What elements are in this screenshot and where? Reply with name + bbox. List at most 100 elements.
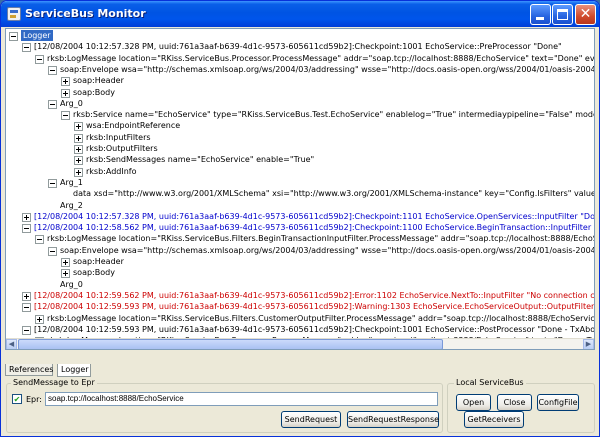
tree-node[interactable]: rksb:LogMessage location="RKiss.ServiceB… <box>35 53 594 64</box>
tree-node-label: soap:Envelope wsa="http://schemas.xmlsoa… <box>60 245 595 255</box>
tree-node[interactable]: wsa:EndpointReference <box>74 120 181 132</box>
close-icon: ✕ <box>579 6 592 22</box>
getreceivers-button[interactable]: GetReceivers <box>464 411 524 428</box>
scroll-thumb[interactable] <box>18 339 443 349</box>
local-servicebus-group: Local ServiceBus Open Close ConfigFile G… <box>447 378 595 433</box>
tree-node[interactable]: Arg_1 <box>48 177 83 188</box>
tree-node[interactable]: soap:Header <box>61 256 124 267</box>
epr-label: Epr: <box>26 395 42 404</box>
tree-node[interactable]: Arg_0 <box>48 279 83 290</box>
tree-node-label: Arg_2 <box>60 200 83 210</box>
send-request-button[interactable]: SendRequest <box>281 411 341 428</box>
tree-node[interactable]: Arg_0 <box>48 98 83 109</box>
scroll-left-arrow-icon[interactable]: ◀ <box>6 339 17 349</box>
expand-plus-icon[interactable] <box>22 212 31 222</box>
expand-plus-icon[interactable] <box>74 122 83 132</box>
collapse-minus-icon[interactable] <box>48 65 57 75</box>
tree-node-label: soap:Envelope wsa="http://schemas.xmlsoa… <box>60 64 595 74</box>
expand-plus-icon[interactable] <box>74 167 83 177</box>
tree-node-label: [12/08/2004 10:12:59.593 PM, uuid:761a3a… <box>34 302 595 312</box>
horizontal-scrollbar[interactable]: ◀ ▶ <box>6 338 594 349</box>
expand-plus-icon[interactable] <box>74 133 83 143</box>
maximize-icon <box>557 9 568 20</box>
expand-plus-icon[interactable] <box>61 77 70 87</box>
collapse-minus-icon[interactable] <box>22 325 31 335</box>
tree-node-label: rksb:Service name="EchoService" type="RK… <box>73 110 595 120</box>
tree-node[interactable]: soap:Envelope wsa="http://schemas.xmlsoa… <box>48 64 595 75</box>
tree-node-label: [12/08/2004 10:12:59.562 PM, uuid:761a3a… <box>34 290 595 300</box>
collapse-minus-icon[interactable] <box>22 224 31 234</box>
tree-node-label: soap:Header <box>73 76 124 86</box>
tree-node-label: Arg_0 <box>60 279 83 289</box>
tree-node[interactable]: Logger <box>9 30 53 42</box>
send-request-response-button[interactable]: SendRequestResponse <box>347 411 439 428</box>
tree-node-label: Logger <box>21 30 53 42</box>
minimize-button[interactable] <box>530 4 551 25</box>
collapse-minus-icon[interactable] <box>48 246 57 256</box>
tree-node[interactable]: soap:Body <box>61 267 115 279</box>
tree-node[interactable]: [12/08/2004 10:12:59.562 PM, uuid:761a3a… <box>22 290 595 301</box>
tree-node-label: wsa:EndpointReference <box>86 121 181 131</box>
tree-node[interactable]: rksb:OutputFilters <box>74 143 158 154</box>
tree-node[interactable]: [12/08/2004 10:12:58.562 PM, uuid:761a3a… <box>22 222 594 234</box>
expand-plus-icon[interactable] <box>61 88 70 98</box>
collapse-minus-icon[interactable] <box>48 99 57 109</box>
tree-node[interactable]: soap:Body <box>61 87 115 98</box>
local-servicebus-group-title: Local ServiceBus <box>454 378 526 387</box>
epr-checkbox[interactable]: ✔ <box>12 394 22 404</box>
expand-plus-icon[interactable] <box>74 156 83 166</box>
tree-node[interactable]: rksb:AddInfo <box>74 166 137 177</box>
tree-node[interactable]: soap:Header <box>61 75 124 87</box>
title-bar[interactable]: ServiceBus Monitor ✕ <box>1 1 599 27</box>
tree-node[interactable]: soap:Envelope wsa="http://schemas.xmlsoa… <box>48 245 595 256</box>
tree-node[interactable]: rksb:LogMessage location="RKiss.ServiceB… <box>35 313 595 324</box>
expand-plus-icon[interactable] <box>22 291 31 301</box>
scroll-right-arrow-icon[interactable]: ▶ <box>583 339 594 349</box>
tree-node[interactable]: rksb:SendMessages name="EchoService" ena… <box>74 154 315 166</box>
tree-node-label: rksb:LogMessage location="RKiss.ServiceB… <box>47 234 594 244</box>
open-button[interactable]: Open <box>456 394 491 411</box>
tree-node-label: Arg_1 <box>60 177 83 187</box>
tree-node-label: soap:Body <box>73 87 115 97</box>
tree-node[interactable]: [12/08/2004 10:12:57.328 PM, uuid:761a3a… <box>22 211 595 222</box>
tree-node[interactable]: rksb:InputFilters <box>74 132 151 143</box>
collapse-minus-icon[interactable] <box>35 235 44 245</box>
send-message-group: SendMessage to Epr ✔ Epr: soap.tcp://loc… <box>6 378 443 433</box>
tab-logger[interactable]: Logger <box>57 364 91 377</box>
tree-node[interactable]: [12/08/2004 10:12:59.593 PM, uuid:761a3a… <box>22 324 594 335</box>
tree-node-label: rksb:InputFilters <box>86 132 151 142</box>
app-icon <box>7 7 21 21</box>
collapse-minus-icon[interactable] <box>48 178 57 188</box>
tree-node[interactable]: [12/08/2004 10:12:57.328 PM, uuid:761a3a… <box>22 41 562 53</box>
expand-plus-icon[interactable] <box>61 269 70 279</box>
tab-references[interactable]: References <box>5 364 53 376</box>
maximize-button[interactable] <box>552 4 573 25</box>
tree-node[interactable]: data xsd="http://www.w3.org/2001/XMLSche… <box>61 188 594 199</box>
expand-plus-icon[interactable] <box>74 145 83 154</box>
main-window: ServiceBus Monitor ✕ Logger [12/08/2004 1… <box>0 0 600 437</box>
expand-plus-icon[interactable] <box>35 314 44 324</box>
epr-input[interactable]: soap.tcp://localhost:8888/EchoService <box>45 392 438 406</box>
tree-node[interactable]: rksb:LogMessage location="RKiss.ServiceB… <box>35 233 594 245</box>
close-window-button[interactable]: ✕ <box>575 4 596 25</box>
tree-node-label: data xsd="http://www.w3.org/2001/XMLSche… <box>73 189 594 199</box>
collapse-minus-icon[interactable] <box>9 32 18 41</box>
collapse-minus-icon[interactable] <box>61 111 70 121</box>
collapse-minus-icon[interactable] <box>22 303 31 313</box>
tree-node-label: rksb:LogMessage location="RKiss.ServiceB… <box>47 313 595 323</box>
tree-node[interactable]: Arg_2 <box>48 200 83 211</box>
tree-node-label: [12/08/2004 10:12:57.328 PM, uuid:761a3a… <box>34 42 562 52</box>
log-tree-view[interactable]: Logger [12/08/2004 10:12:57.328 PM, uuid:… <box>5 28 595 350</box>
tree-node[interactable]: [12/08/2004 10:12:59.593 PM, uuid:761a3a… <box>22 301 595 313</box>
close-button[interactable]: Close <box>497 394 532 411</box>
expand-plus-icon[interactable] <box>61 258 70 267</box>
window-title: ServiceBus Monitor <box>25 7 146 20</box>
configfile-button[interactable]: ConfigFile <box>537 394 579 411</box>
collapse-minus-icon[interactable] <box>35 54 44 64</box>
collapse-minus-icon[interactable] <box>22 43 31 53</box>
tree-node-label: soap:Body <box>73 268 115 278</box>
tree-node-label: Arg_0 <box>60 98 83 108</box>
tree-node-label: rksb:SendMessages name="EchoService" ena… <box>86 155 315 165</box>
tree-node-label: [12/08/2004 10:12:57.328 PM, uuid:761a3a… <box>34 211 595 221</box>
tree-node[interactable]: rksb:Service name="EchoService" type="RK… <box>61 109 595 121</box>
